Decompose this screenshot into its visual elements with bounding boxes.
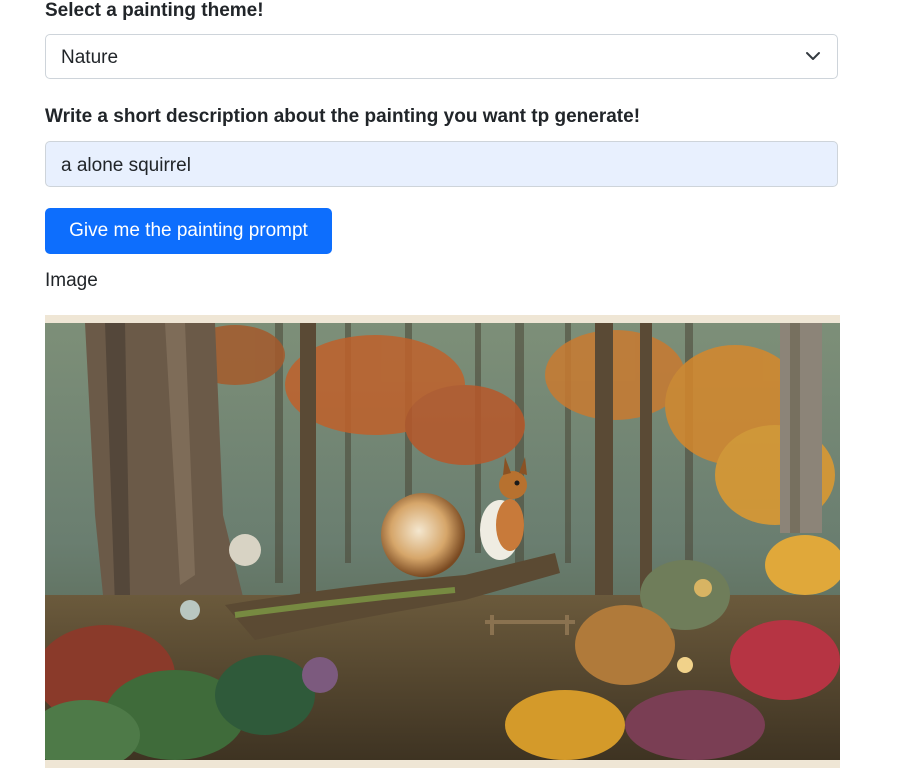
theme-select-value: Nature <box>61 47 119 68</box>
painting-illustration <box>45 315 840 768</box>
generate-prompt-button[interactable]: Give me the painting prompt <box>45 208 332 254</box>
image-caption: Image <box>45 270 98 291</box>
theme-select[interactable]: Nature <box>45 34 838 79</box>
generated-painting-image <box>45 315 840 768</box>
theme-label: Select a painting theme! <box>45 0 264 21</box>
description-input-value: a alone squirrel <box>61 155 191 176</box>
description-input[interactable]: a alone squirrel <box>45 141 838 187</box>
chevron-down-icon <box>806 52 820 60</box>
description-label: Write a short description about the pain… <box>45 106 641 127</box>
painting-generator-page: Select a painting theme! Nature Write a … <box>0 0 922 781</box>
